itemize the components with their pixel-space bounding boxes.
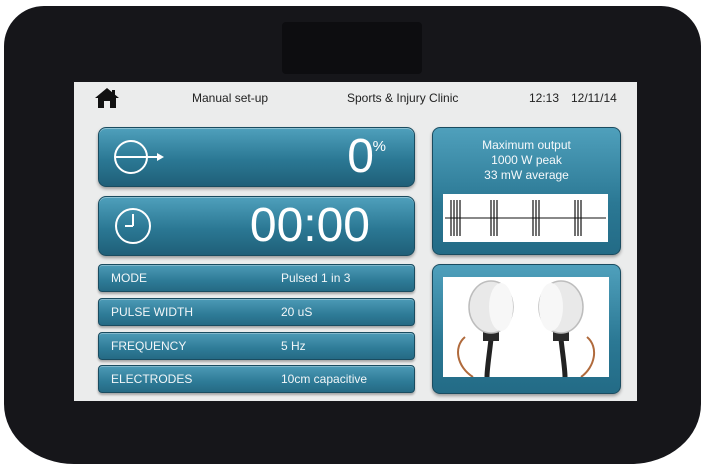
output-info-panel: Maximum output 1000 W peak 33 mW average [432, 127, 621, 255]
setting-label: FREQUENCY [111, 339, 187, 353]
average-power: 33 mW average [484, 168, 569, 182]
setting-value: 20 uS [281, 305, 313, 319]
timer-panel[interactable]: 00:00 [98, 196, 415, 256]
clock-time: 12:13 [529, 91, 560, 105]
mode-title: Manual set-up [192, 91, 269, 105]
setting-label: ELECTRODES [111, 372, 193, 386]
touch-screen: Manual set-up Sports & Injury Clinic 12:… [74, 82, 637, 401]
output-value: 0 [347, 130, 374, 183]
device-bezel: Manual set-up Sports & Injury Clinic 12:… [4, 6, 701, 464]
clinic-name: Sports & Injury Clinic [347, 91, 459, 105]
clock-date: 12/11/14 [571, 91, 617, 105]
electrodes-image [443, 277, 609, 377]
setting-label: PULSE WIDTH [111, 305, 194, 319]
setting-label: MODE [111, 271, 147, 285]
setting-row-electrodes[interactable]: ELECTRODES 10cm capacitive [98, 365, 415, 393]
camera-strip [282, 22, 422, 74]
electrode-panel [432, 264, 621, 394]
clock-icon [109, 203, 165, 249]
output-unit: % [372, 138, 386, 155]
timer-value: 00:00 [249, 199, 370, 252]
setting-value: Pulsed 1 in 3 [281, 271, 351, 285]
pulse-waveform [443, 194, 608, 242]
setting-row-frequency[interactable]: FREQUENCY 5 Hz [98, 332, 415, 360]
setting-value: 5 Hz [281, 339, 306, 353]
peak-power: 1000 W peak [491, 153, 562, 167]
setting-row-pulse-width[interactable]: PULSE WIDTH 20 uS [98, 298, 415, 326]
setting-row-mode[interactable]: MODE Pulsed 1 in 3 [98, 264, 415, 292]
output-dial-icon [109, 134, 165, 180]
output-panel[interactable]: 0 % [98, 127, 415, 187]
setting-value: 10cm capacitive [281, 372, 368, 386]
header-bar: Manual set-up Sports & Injury Clinic 12:… [74, 82, 637, 118]
max-output-label: Maximum output [482, 138, 571, 152]
home-icon[interactable] [94, 86, 120, 110]
